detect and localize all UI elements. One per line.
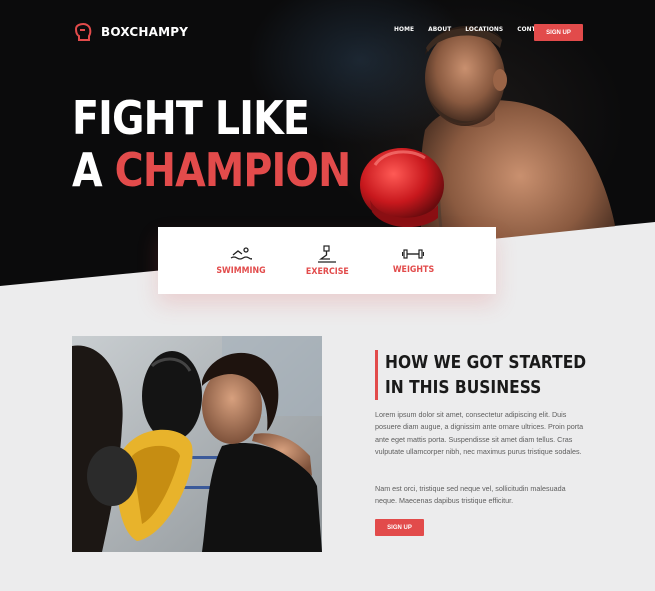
dumbbell-icon xyxy=(402,248,424,259)
brand-logo[interactable]: BOXCHAMPY xyxy=(72,21,188,43)
swimmer-icon xyxy=(230,246,252,260)
about-paragraph-1: Lorem ipsum dolor sit amet, consectetur … xyxy=(375,410,584,456)
features-card: SWIMMING EXERCISE WEIGHTS xyxy=(158,227,496,294)
about-title: HOW WE GOT STARTED IN THIS BUSINESS xyxy=(375,350,619,400)
nav-item-locations[interactable]: LOCATIONS xyxy=(465,25,503,33)
hero-headline-line2: A CHAMPION xyxy=(72,143,352,197)
boxing-glove-icon xyxy=(74,23,92,41)
feature-label-exercise: EXERCISE xyxy=(305,266,349,277)
brand-name: BOXCHAMPY xyxy=(101,25,189,39)
hero-headline-highlight: CHAMPION xyxy=(114,143,352,197)
signup-button-header[interactable]: SIGN UP xyxy=(534,24,583,41)
feature-weights[interactable]: WEIGHTS xyxy=(373,227,453,294)
about-title-line1: HOW WE GOT STARTED xyxy=(385,352,587,373)
feature-label-weights: WEIGHTS xyxy=(392,264,434,275)
about-paragraph-2: Nam est orci, tristique sed neque vel, s… xyxy=(375,484,566,506)
boxing-training-photo xyxy=(72,336,322,552)
hero-headline-line1: FIGHT LIKE xyxy=(72,91,310,145)
nav-item-home[interactable]: HOME xyxy=(394,25,414,33)
signup-button-about[interactable]: SIGN UP xyxy=(375,519,424,536)
main-nav: HOME ABOUT LOCATIONS CONTACT xyxy=(394,25,548,33)
feature-exercise[interactable]: EXERCISE xyxy=(287,227,367,294)
exercise-icon xyxy=(318,244,336,263)
hero-headline: FIGHT LIKE A CHAMPION xyxy=(72,91,352,197)
about-title-line2: IN THIS BUSINESS xyxy=(385,377,542,398)
feature-label-swimming: SWIMMING xyxy=(216,265,266,276)
hero-headline-word-a: A xyxy=(72,143,103,197)
nav-item-about[interactable]: ABOUT xyxy=(428,25,451,33)
feature-swimming[interactable]: SWIMMING xyxy=(201,227,281,294)
